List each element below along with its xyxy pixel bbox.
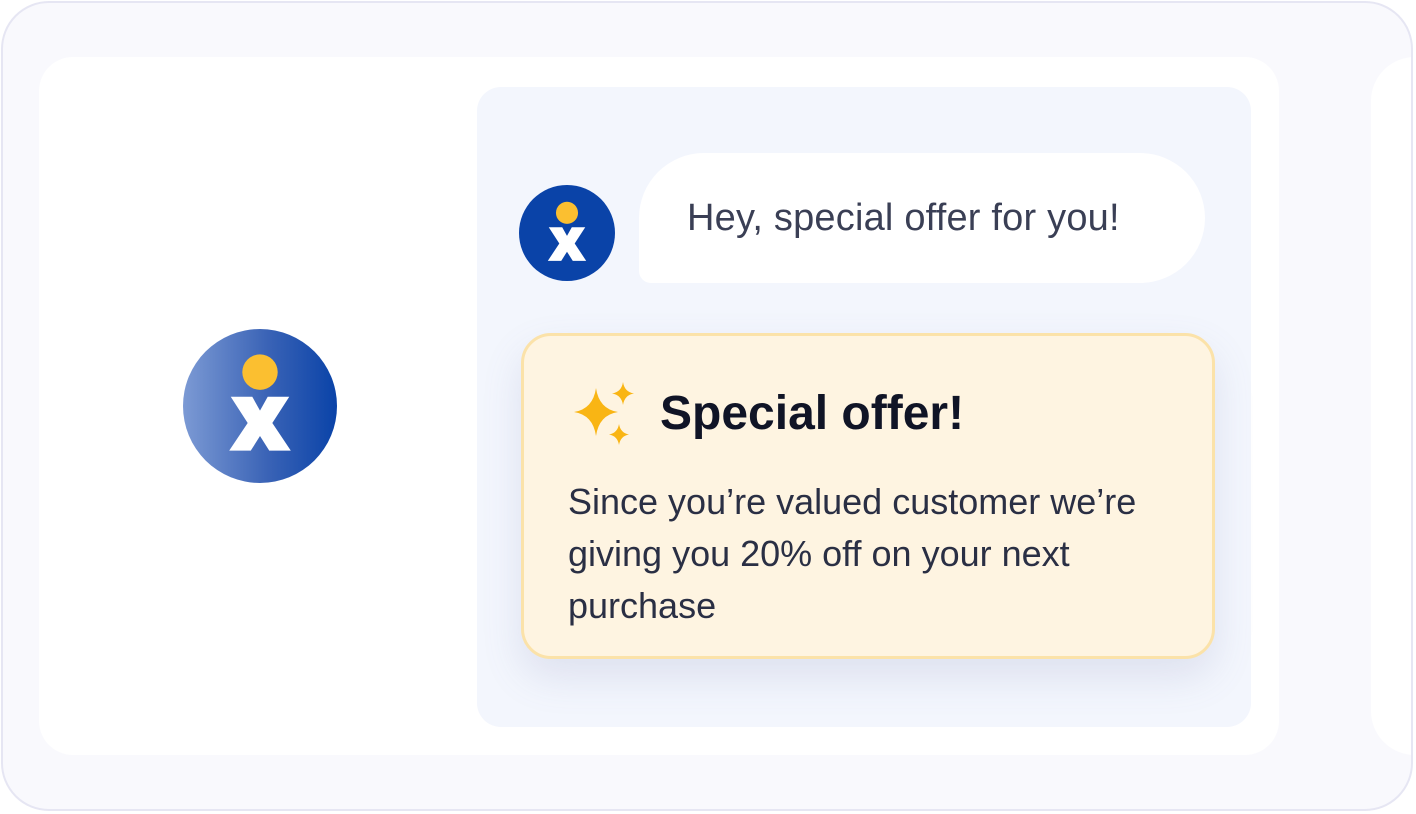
offer-body-text: Since you’re valued customer we’re givin…	[568, 481, 1137, 626]
outer-frame: Hey, special offer for you! Special offe…	[1, 1, 1413, 811]
sparkles-icon	[574, 382, 634, 445]
brand-logo-icon	[183, 329, 337, 483]
chat-avatar	[519, 185, 615, 281]
x-person-logo-icon	[547, 201, 587, 261]
x-person-logo-icon	[229, 354, 291, 451]
special-offer-card[interactable]: Special offer! Since you’re valued custo…	[521, 333, 1215, 659]
chat-message-bubble: Hey, special offer for you!	[639, 153, 1205, 283]
offer-title: Special offer!	[660, 387, 965, 440]
chat-message-text: Hey, special offer for you!	[687, 196, 1120, 239]
main-panel: Hey, special offer for you! Special offe…	[39, 57, 1279, 755]
chat-panel: Hey, special offer for you! Special offe…	[477, 87, 1251, 727]
next-panel-edge	[1371, 57, 1411, 755]
